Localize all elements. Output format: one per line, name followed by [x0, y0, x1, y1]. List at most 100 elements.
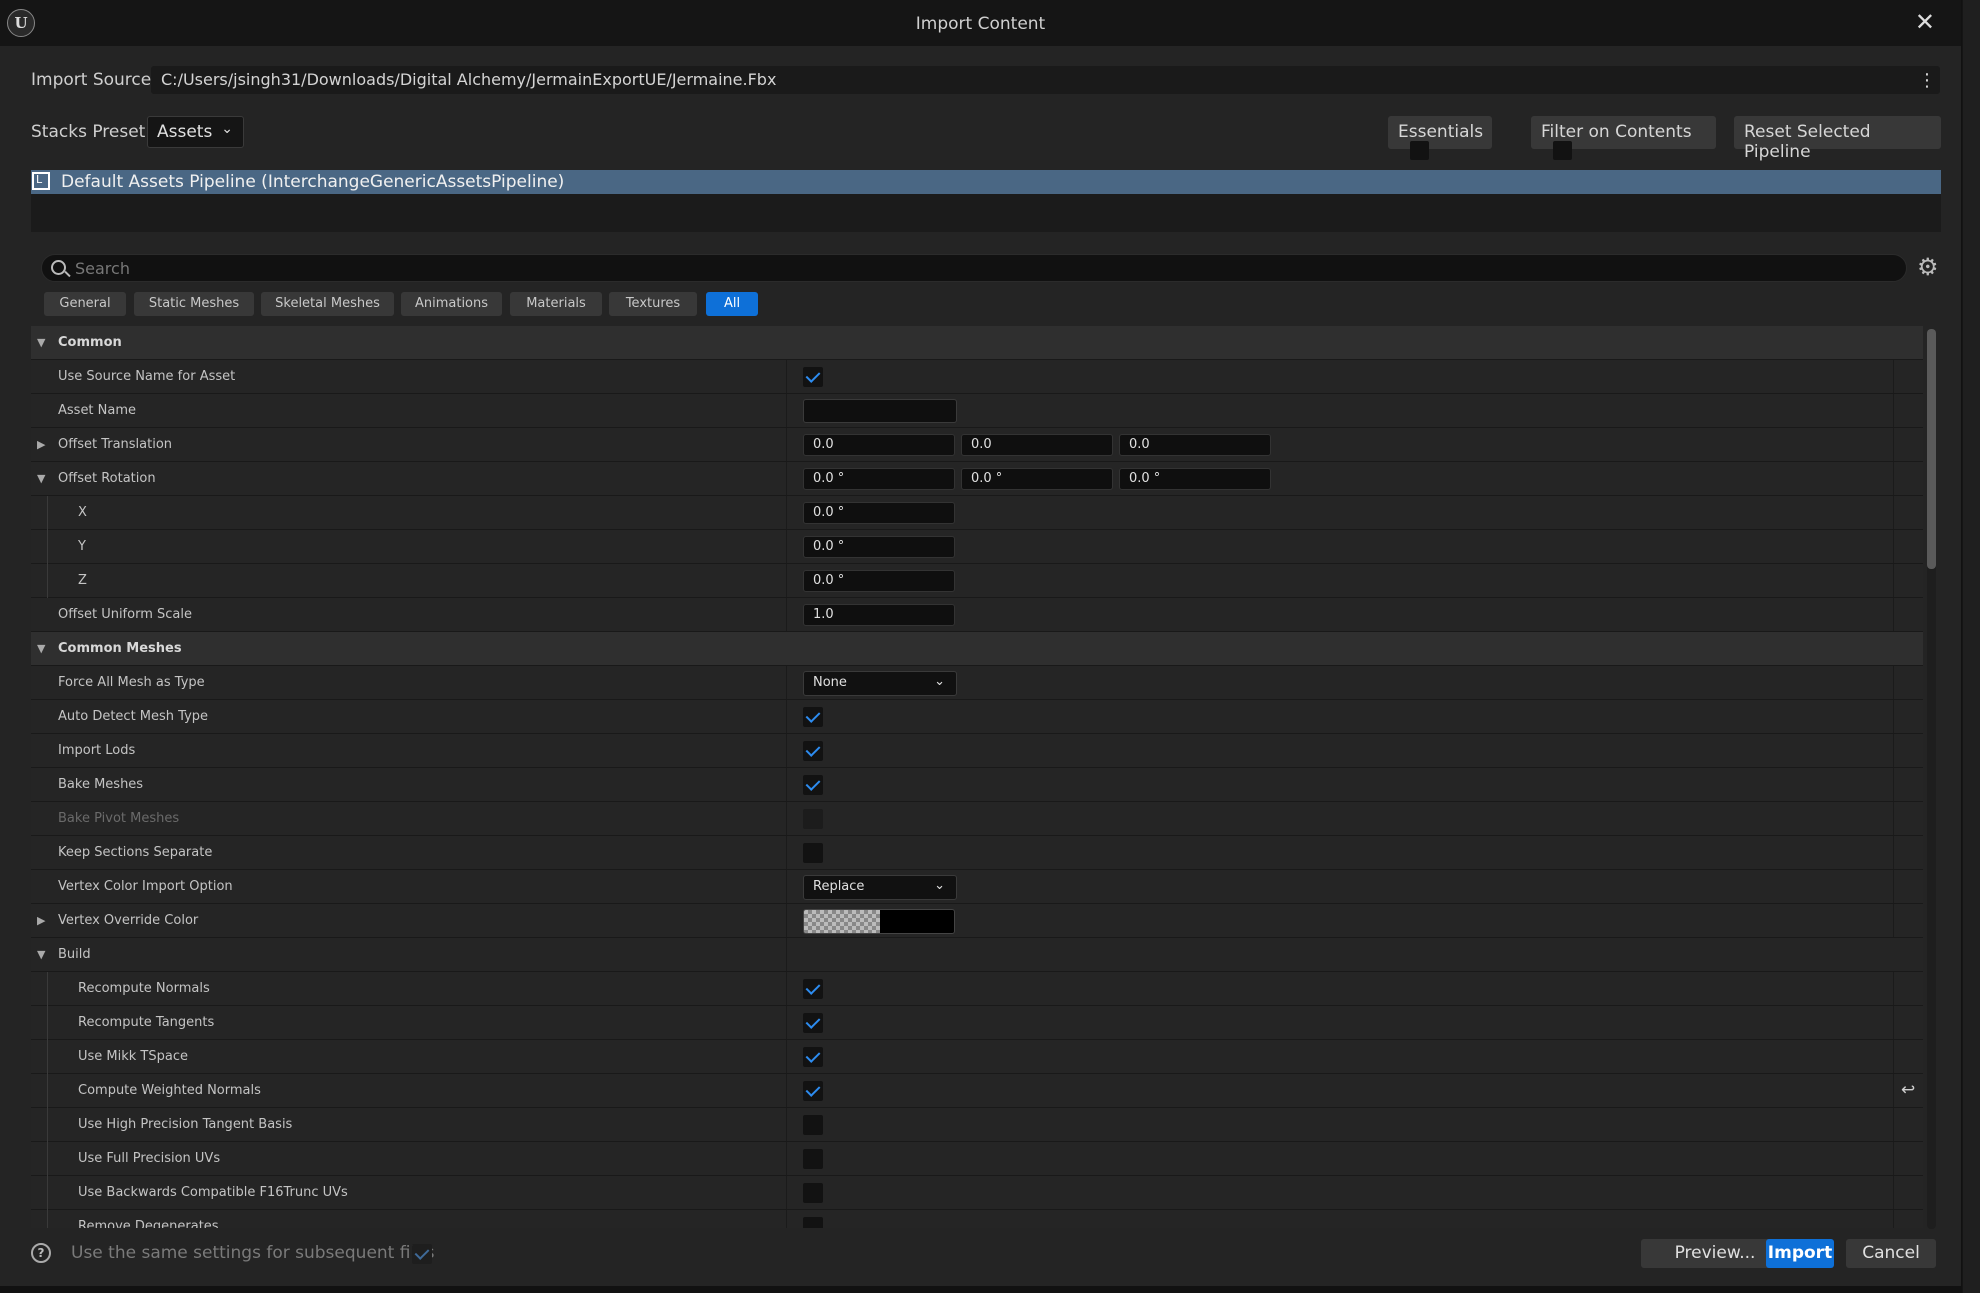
offset-rotation-y-input[interactable]: 0.0 °	[961, 468, 1113, 490]
collapse-arrow-icon[interactable]: ▼	[37, 632, 45, 665]
recompute-normals-checkbox[interactable]	[803, 979, 823, 999]
column-divider	[786, 462, 787, 495]
rotation-z-input[interactable]: 0.0 °	[803, 570, 955, 592]
chevron-down-icon: ⌄	[934, 674, 945, 689]
expand-arrow-icon[interactable]: ▶	[37, 428, 45, 461]
rotation-y-input[interactable]: 0.0 °	[803, 536, 955, 558]
reset-column-divider	[1893, 1108, 1894, 1141]
same-settings-checkbox[interactable]	[412, 1244, 432, 1264]
property-row: ▶ Offset Translation 0.0 0.0 0.0	[31, 428, 1923, 462]
vertex-color-import-dropdown[interactable]: Replace ⌄	[803, 875, 957, 900]
import-lods-checkbox[interactable]	[803, 741, 823, 761]
property-label: Offset Rotation	[58, 471, 156, 486]
reset-selected-pipeline-button[interactable]: Reset Selected Pipeline	[1734, 116, 1941, 162]
dropdown-value: None	[813, 675, 847, 690]
column-divider	[786, 394, 787, 427]
tab-all[interactable]: All	[706, 292, 758, 316]
category-common[interactable]: ▼ Common	[31, 326, 1923, 360]
filter-on-contents-toggle[interactable]: Filter on Contents	[1531, 116, 1716, 160]
asset-name-input[interactable]	[803, 399, 957, 423]
tab-general[interactable]: General	[44, 292, 126, 316]
property-row: Recompute Normals	[31, 972, 1923, 1006]
property-row-build[interactable]: ▼ Build	[31, 938, 1923, 972]
collapse-arrow-icon[interactable]: ▼	[37, 462, 45, 495]
tab-static-meshes[interactable]: Static Meshes	[134, 292, 254, 316]
reset-column-divider	[1893, 564, 1894, 597]
window-title: Import Content	[915, 14, 1046, 34]
search-input[interactable]	[75, 258, 1875, 278]
property-row: Auto Detect Mesh Type	[31, 700, 1923, 734]
details-scrollbar[interactable]	[1927, 329, 1936, 1229]
reset-to-default-icon[interactable]: ↩	[1901, 1080, 1915, 1100]
remove-degenerates-checkbox[interactable]	[803, 1217, 823, 1228]
property-label: Compute Weighted Normals	[78, 1083, 261, 1098]
tab-skeletal-meshes[interactable]: Skeletal Meshes	[261, 292, 394, 316]
gear-icon[interactable]: ⚙	[1917, 253, 1939, 281]
offset-rotation-z-input[interactable]: 0.0 °	[1119, 468, 1271, 490]
filter-on-contents-checkbox[interactable]	[1553, 141, 1572, 160]
full-precision-uvs-checkbox[interactable]	[803, 1149, 823, 1169]
column-divider	[786, 972, 787, 1005]
column-divider	[786, 1176, 787, 1209]
offset-translation-y-input[interactable]: 0.0	[961, 434, 1113, 456]
color-solid	[880, 910, 954, 933]
bake-meshes-checkbox[interactable]	[803, 775, 823, 795]
auto-detect-mesh-type-checkbox[interactable]	[803, 707, 823, 727]
offset-translation-x-input[interactable]: 0.0	[803, 434, 955, 456]
chevron-down-icon: ⌄	[221, 121, 233, 137]
tab-textures[interactable]: Textures	[609, 292, 697, 316]
category-common-meshes[interactable]: ▼ Common Meshes	[31, 632, 1923, 666]
stacks-preset-dropdown[interactable]: Assets ⌄	[147, 116, 244, 148]
property-row: Recompute Tangents	[31, 1006, 1923, 1040]
kebab-menu-icon[interactable]: ⋮	[1918, 70, 1936, 91]
property-label: Import Lods	[58, 743, 136, 758]
column-divider	[786, 1142, 787, 1175]
scrollbar-thumb[interactable]	[1927, 329, 1936, 569]
force-all-mesh-dropdown[interactable]: None ⌄	[803, 671, 957, 696]
column-divider	[786, 836, 787, 869]
indent-guide	[47, 1176, 48, 1210]
indent-guide	[47, 1074, 48, 1108]
use-source-name-checkbox[interactable]	[803, 367, 823, 387]
use-mikk-tspace-checkbox[interactable]	[803, 1047, 823, 1067]
offset-uniform-scale-input[interactable]: 1.0	[803, 604, 955, 626]
high-precision-tangent-checkbox[interactable]	[803, 1115, 823, 1135]
compute-weighted-normals-checkbox[interactable]	[803, 1081, 823, 1101]
keep-sections-separate-checkbox[interactable]	[803, 843, 823, 863]
import-button[interactable]: Import	[1766, 1239, 1834, 1268]
vertex-override-color-swatch[interactable]	[803, 909, 955, 934]
bottom-status-strip	[0, 1286, 1962, 1293]
tab-materials[interactable]: Materials	[510, 292, 602, 316]
expand-arrow-icon[interactable]: ▶	[37, 904, 45, 937]
column-divider	[786, 598, 787, 631]
essentials-checkbox[interactable]	[1410, 141, 1429, 160]
help-icon[interactable]: ?	[31, 1243, 51, 1263]
backwards-compatible-uvs-checkbox[interactable]	[803, 1183, 823, 1203]
collapse-arrow-icon[interactable]: ▼	[37, 938, 45, 971]
tab-animations[interactable]: Animations	[401, 292, 502, 316]
column-divider	[786, 1074, 787, 1107]
indent-guide	[47, 1142, 48, 1176]
reset-column-divider	[1893, 530, 1894, 563]
recompute-tangents-checkbox[interactable]	[803, 1013, 823, 1033]
essentials-toggle[interactable]: Essentials	[1388, 116, 1492, 160]
pipeline-row-selected[interactable]: L Default Assets Pipeline (InterchangeGe…	[31, 170, 1941, 194]
search-box[interactable]	[41, 254, 1907, 282]
rotation-x-input[interactable]: 0.0 °	[803, 502, 955, 524]
offset-rotation-x-input[interactable]: 0.0 °	[803, 468, 955, 490]
import-source-field[interactable]: C:/Users/jsingh31/Downloads/Digital Alch…	[151, 66, 1940, 94]
reset-column-divider	[1893, 870, 1894, 903]
reset-column-divider	[1893, 700, 1894, 733]
search-icon	[51, 260, 66, 275]
collapse-arrow-icon[interactable]: ▼	[37, 326, 45, 359]
dropdown-value: Replace	[813, 879, 865, 894]
column-divider	[786, 428, 787, 461]
same-settings-label: Use the same settings for subsequent fil…	[71, 1243, 435, 1263]
title-bar[interactable]: U Import Content ✕	[0, 0, 1961, 46]
cancel-button[interactable]: Cancel	[1846, 1239, 1936, 1268]
property-row: Use Source Name for Asset	[31, 360, 1923, 394]
reset-column-divider	[1893, 428, 1894, 461]
offset-translation-z-input[interactable]: 0.0	[1119, 434, 1271, 456]
property-label: Asset Name	[58, 403, 137, 418]
close-icon[interactable]: ✕	[1915, 8, 1935, 36]
